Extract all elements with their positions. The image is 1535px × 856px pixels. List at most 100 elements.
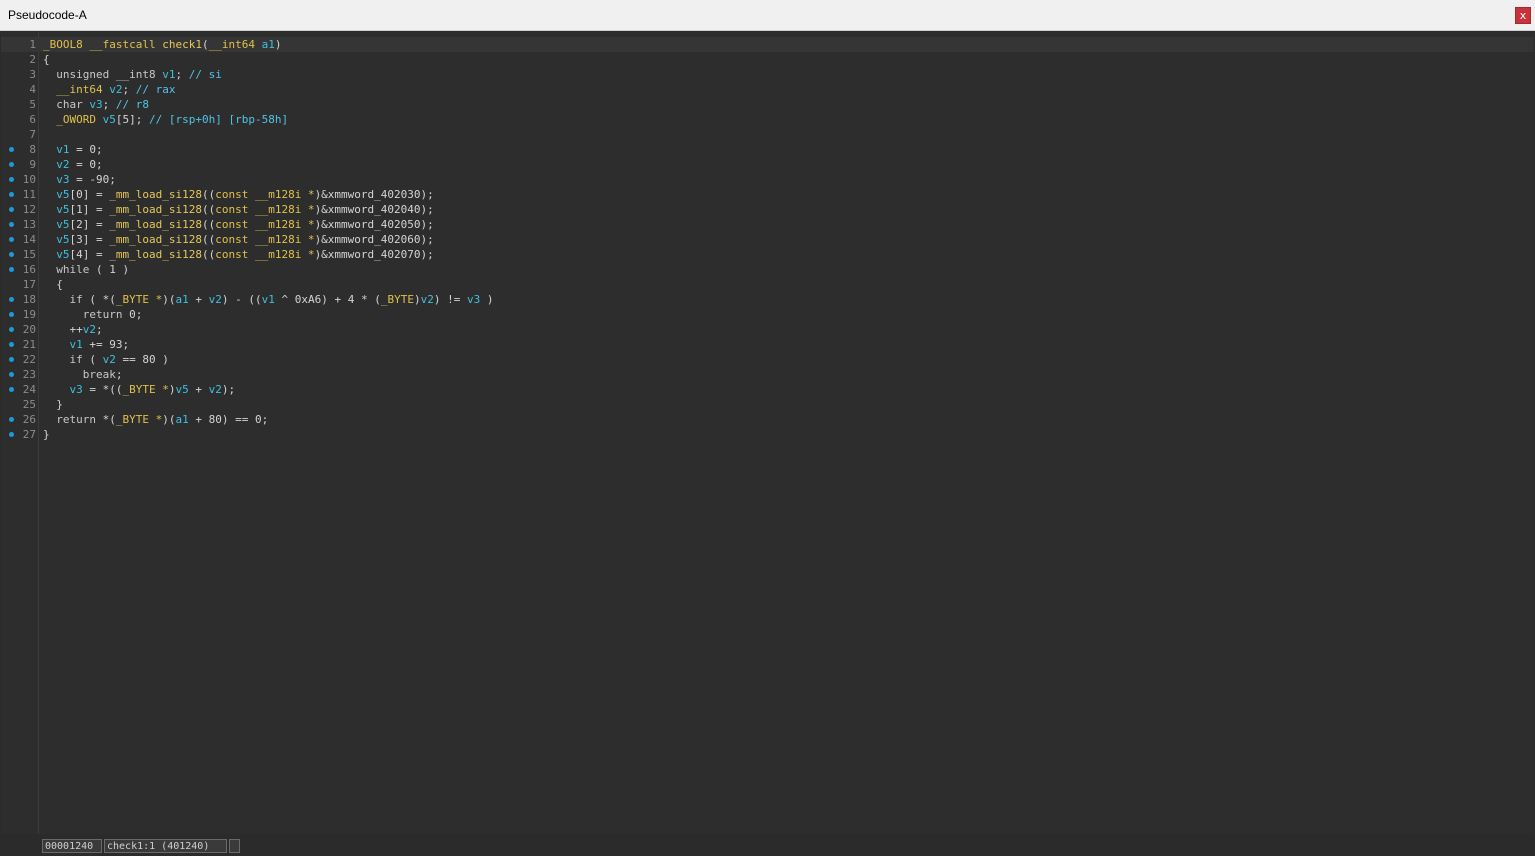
code-text[interactable]: } xyxy=(43,397,63,412)
code-editor[interactable]: 1 _BOOL8 __fastcall check1(__int64 a1) 2{3… xyxy=(1,32,1534,834)
breakpoint-dot-icon[interactable] xyxy=(9,207,14,212)
code-line[interactable]: 4 __int64 v2; // rax xyxy=(1,82,1534,97)
code-line[interactable]: 27} xyxy=(1,427,1534,442)
code-text[interactable]: v1 = 0; xyxy=(43,142,102,157)
code-token: ) xyxy=(413,293,421,306)
code-token: const __m128i * xyxy=(215,248,315,261)
code-line[interactable]: 18 if ( *(_BYTE *)(a1 + v2) - ((v1 ^ 0xA… xyxy=(1,292,1534,307)
code-token: v2 xyxy=(82,323,96,336)
code-text[interactable]: _OWORD v5[5]; // [rsp+0h] [rbp-58h] xyxy=(43,112,288,127)
code-line[interactable]: 24 v3 = *((_BYTE *)v5 + v2); xyxy=(1,382,1534,397)
title-bar[interactable]: Pseudocode-A x xyxy=(0,0,1535,31)
code-line[interactable]: 3 unsigned __int8 v1; // si xyxy=(1,67,1534,82)
code-text[interactable]: v1 += 93; xyxy=(43,337,130,352)
code-text[interactable]: char v3; // r8 xyxy=(43,97,149,112)
code-token: v2 xyxy=(109,83,123,96)
code-token: )&xmmword_402060); xyxy=(314,233,434,246)
code-line[interactable]: 12 v5[1] = _mm_load_si128((const __m128i… xyxy=(1,202,1534,217)
code-line[interactable]: 14 v5[3] = _mm_load_si128((const __m128i… xyxy=(1,232,1534,247)
code-token: v5 xyxy=(56,248,70,261)
code-token: v5 xyxy=(56,218,70,231)
code-text[interactable]: break; xyxy=(43,367,123,382)
code-token: [4] = xyxy=(69,248,110,261)
close-button[interactable]: x xyxy=(1515,7,1531,24)
code-line[interactable]: 9 v2 = 0; xyxy=(1,157,1534,172)
code-token: + xyxy=(188,383,209,396)
code-token: const __m128i * xyxy=(215,218,315,231)
code-text[interactable]: if ( v2 == 80 ) xyxy=(43,352,169,367)
code-line[interactable]: 13 v5[2] = _mm_load_si128((const __m128i… xyxy=(1,217,1534,232)
breakpoint-dot-icon[interactable] xyxy=(9,372,14,377)
breakpoint-dot-icon[interactable] xyxy=(9,312,14,317)
breakpoint-dot-icon[interactable] xyxy=(9,357,14,362)
code-text[interactable]: v3 = *((_BYTE *)v5 + v2); xyxy=(43,382,236,397)
breakpoint-dot-icon[interactable] xyxy=(9,387,14,392)
code-text[interactable]: { xyxy=(43,52,50,67)
breakpoint-dot-icon[interactable] xyxy=(9,417,14,422)
line-number: 16 xyxy=(22,263,36,276)
code-line[interactable]: 5 char v3; // r8 xyxy=(1,97,1534,112)
code-text[interactable]: if ( *(_BYTE *)(a1 + v2) - ((v1 ^ 0xA6) … xyxy=(43,292,494,307)
code-text[interactable]: v2 = 0; xyxy=(43,157,102,172)
code-text[interactable]: return 0; xyxy=(43,307,143,322)
code-token: 0; xyxy=(122,308,143,321)
code-text[interactable]: while ( 1 ) xyxy=(43,262,129,277)
code-line[interactable]: 7 xyxy=(1,127,1534,142)
code-line[interactable]: 25 } xyxy=(1,397,1534,412)
line-number: 14 xyxy=(22,233,36,246)
code-text[interactable]: v5[2] = _mm_load_si128((const __m128i *)… xyxy=(43,217,434,232)
code-text[interactable]: v5[1] = _mm_load_si128((const __m128i *)… xyxy=(43,202,434,217)
code-line[interactable]: 26 return *(_BYTE *)(a1 + 80) == 0; xyxy=(1,412,1534,427)
code-line[interactable]: 15 v5[4] = _mm_load_si128((const __m128i… xyxy=(1,247,1534,262)
code-text[interactable]: } xyxy=(43,427,50,442)
breakpoint-dot-icon[interactable] xyxy=(9,252,14,257)
breakpoint-dot-icon[interactable] xyxy=(9,342,14,347)
code-line[interactable]: 21 v1 += 93; xyxy=(1,337,1534,352)
breakpoint-dot-icon[interactable] xyxy=(9,177,14,182)
code-line[interactable]: 2{ xyxy=(1,52,1534,67)
line-number: 5 xyxy=(29,98,36,111)
code-token: [5]; xyxy=(115,113,149,126)
breakpoint-dot-icon[interactable] xyxy=(9,267,14,272)
code-text[interactable]: v3 = -90; xyxy=(43,172,116,187)
status-location: check1:1 (401240) xyxy=(104,839,227,853)
code-line[interactable]: 11 v5[0] = _mm_load_si128((const __m128i… xyxy=(1,187,1534,202)
code-token: ; xyxy=(102,98,116,111)
code-token: )&xmmword_402070); xyxy=(314,248,434,261)
breakpoint-dot-icon[interactable] xyxy=(9,192,14,197)
breakpoint-dot-icon[interactable] xyxy=(9,432,14,437)
code-line[interactable]: 8 v1 = 0; xyxy=(1,142,1534,157)
code-line[interactable]: 23 break; xyxy=(1,367,1534,382)
code-line[interactable]: 22 if ( v2 == 80 ) xyxy=(1,352,1534,367)
breakpoint-dot-icon[interactable] xyxy=(9,237,14,242)
code-line[interactable]: 1 _BOOL8 __fastcall check1(__int64 a1) xyxy=(1,37,1534,52)
breakpoint-dot-icon[interactable] xyxy=(9,147,14,152)
code-text[interactable]: v5[0] = _mm_load_si128((const __m128i *)… xyxy=(43,187,434,202)
code-token: v5 xyxy=(56,203,70,216)
code-token: )&xmmword_402030); xyxy=(314,188,434,201)
code-text[interactable]: return *(_BYTE *)(a1 + 80) == 0; xyxy=(43,412,268,427)
code-text[interactable]: v5[4] = _mm_load_si128((const __m128i *)… xyxy=(43,247,434,262)
breakpoint-dot-icon[interactable] xyxy=(9,222,14,227)
status-address: 00001240 xyxy=(42,839,102,853)
breakpoint-dot-icon[interactable] xyxy=(9,297,14,302)
code-text[interactable]: { xyxy=(43,277,63,292)
code-line[interactable]: 17 { xyxy=(1,277,1534,292)
code-line[interactable]: 20 ++v2; xyxy=(1,322,1534,337)
code-text[interactable]: v5[3] = _mm_load_si128((const __m128i *)… xyxy=(43,232,434,247)
code-line[interactable]: 19 return 0; xyxy=(1,307,1534,322)
code-text[interactable]: __int64 v2; // rax xyxy=(43,82,175,97)
code-text[interactable]: ++v2; xyxy=(43,322,102,337)
line-number: 13 xyxy=(22,218,36,231)
code-text[interactable]: unsigned __int8 v1; // si xyxy=(43,67,222,82)
code-text[interactable]: _BOOL8 __fastcall check1(__int64 a1) xyxy=(43,37,281,52)
breakpoint-dot-icon[interactable] xyxy=(9,327,14,332)
code-line[interactable]: 6 _OWORD v5[5]; // [rsp+0h] [rbp-58h] xyxy=(1,112,1534,127)
breakpoint-dot-icon[interactable] xyxy=(9,162,14,167)
code-line[interactable]: 16 while ( 1 ) xyxy=(1,262,1534,277)
code-line[interactable]: 10 v3 = -90; xyxy=(1,172,1534,187)
